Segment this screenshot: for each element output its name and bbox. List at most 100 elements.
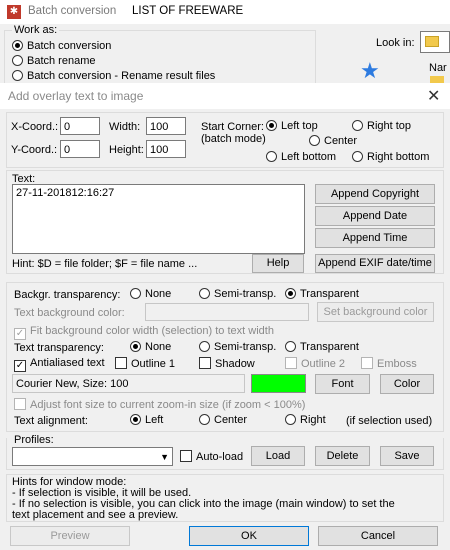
radio-icon xyxy=(352,120,363,131)
antialiased-checkbox[interactable]: ✓ Antialiased text xyxy=(14,357,105,372)
append-copyright-button[interactable]: Append Copyright xyxy=(315,184,435,204)
profile-dropdown[interactable]: ▼ xyxy=(12,447,173,466)
radio-icon xyxy=(130,414,141,425)
bg-transparency-label: Backgr. transparency: xyxy=(14,289,121,301)
preview-button[interactable]: Preview xyxy=(10,526,130,546)
save-profile-button[interactable]: Save xyxy=(380,446,434,466)
outline1-checkbox[interactable]: Outline 1 xyxy=(115,357,175,370)
radio-icon xyxy=(352,151,363,162)
radio-icon xyxy=(130,341,141,352)
close-icon[interactable]: ✕ xyxy=(427,86,440,106)
look-in-dropdown[interactable] xyxy=(420,31,450,53)
look-in-label: Look in: xyxy=(376,37,415,49)
app-icon: ✱ xyxy=(7,5,21,19)
checkbox-icon xyxy=(199,357,211,369)
work-as-option-batch-conversion[interactable]: Batch conversion xyxy=(12,40,111,52)
width-label: Width: xyxy=(109,121,141,133)
corner-right-bottom-radio[interactable]: Right bottom xyxy=(352,151,429,163)
bg-transparent-radio[interactable]: Transparent xyxy=(285,288,359,300)
batch-mode-label: (batch mode) xyxy=(201,133,266,145)
color-button[interactable]: Color xyxy=(380,374,434,394)
text-bg-color-field xyxy=(145,303,309,321)
height-input[interactable]: 100 xyxy=(146,140,186,158)
dialog-title: Add overlay text to image xyxy=(8,89,144,103)
autoload-checkbox[interactable]: Auto-load xyxy=(180,450,243,463)
append-time-button[interactable]: Append Time xyxy=(315,228,435,248)
append-date-button[interactable]: Append Date xyxy=(315,206,435,226)
radio-icon xyxy=(12,55,23,66)
work-as-option-batch-rename[interactable]: Batch rename xyxy=(12,55,95,67)
text-transparency-label: Text transparency: xyxy=(14,342,104,354)
text-transparent-radio[interactable]: Transparent xyxy=(285,341,359,353)
set-bg-color-button[interactable]: Set background color xyxy=(317,302,434,322)
align-left-radio[interactable]: Left xyxy=(130,414,163,426)
dialog-titlebar: Add overlay text to image ✕ xyxy=(0,83,450,109)
if-selection-used-label: (if selection used) xyxy=(346,415,433,427)
corner-left-bottom-radio[interactable]: Left bottom xyxy=(266,151,336,163)
parent-titlebar: ✱ Batch conversion LIST OF FREEWARE xyxy=(0,0,450,24)
bg-none-radio[interactable]: None xyxy=(130,288,171,300)
delete-profile-button[interactable]: Delete xyxy=(315,446,370,466)
height-label: Height: xyxy=(109,144,144,156)
text-semi-radio[interactable]: Semi-transp. xyxy=(199,341,276,353)
radio-icon xyxy=(12,40,23,51)
ycoord-input[interactable]: 0 xyxy=(60,140,100,158)
start-corner-label: Start Corner: xyxy=(201,121,264,133)
align-center-radio[interactable]: Center xyxy=(199,414,247,426)
ok-button[interactable]: OK xyxy=(189,526,309,546)
ycoord-label: Y-Coord.: xyxy=(11,144,58,156)
radio-icon xyxy=(199,341,210,352)
width-input[interactable]: 100 xyxy=(146,117,186,135)
text-color-swatch xyxy=(251,374,306,393)
xcoord-label: X-Coord.: xyxy=(11,121,59,133)
adjust-font-checkbox[interactable]: Adjust font size to current zoom-in size… xyxy=(14,398,305,411)
corner-right-top-radio[interactable]: Right top xyxy=(352,120,411,132)
help-button[interactable]: Help xyxy=(252,254,304,273)
checkbox-icon xyxy=(115,357,127,369)
emboss-checkbox[interactable]: Emboss xyxy=(361,357,417,370)
align-right-radio[interactable]: Right xyxy=(285,414,326,426)
fit-bg-checkbox[interactable]: ✓ Fit background color width (selection) … xyxy=(14,325,274,340)
checkbox-icon xyxy=(14,398,26,410)
checkmark-icon: ✓ xyxy=(14,360,26,372)
overlay-text-area[interactable]: 27-11-201812:16:27 xyxy=(12,184,305,254)
checkbox-icon xyxy=(361,357,373,369)
placeholder-hint: Hint: $D = file folder; $F = file name .… xyxy=(12,258,198,270)
outline2-checkbox[interactable]: Outline 2 xyxy=(285,357,345,370)
hints-line-3: text placement and see a preview. xyxy=(12,509,179,521)
bg-semi-radio[interactable]: Semi-transp. xyxy=(199,288,276,300)
radio-icon xyxy=(130,288,141,299)
folder-icon xyxy=(425,36,439,47)
work-as-label: Work as: xyxy=(12,24,60,36)
corner-left-top-radio[interactable]: Left top xyxy=(266,120,318,132)
font-display-field: Courier New, Size: 100 xyxy=(12,374,245,393)
checkbox-icon xyxy=(285,357,297,369)
append-exif-button[interactable]: Append EXIF date/time xyxy=(315,254,435,273)
favorites-star-icon[interactable]: ★ xyxy=(360,60,388,84)
load-profile-button[interactable]: Load xyxy=(251,446,305,466)
shadow-checkbox[interactable]: Shadow xyxy=(199,357,255,370)
radio-icon xyxy=(266,151,277,162)
radio-icon xyxy=(266,120,277,131)
parent-list-title: LIST OF FREEWARE xyxy=(132,5,244,17)
text-alignment-label: Text alignment: xyxy=(14,415,88,427)
radio-icon xyxy=(285,341,296,352)
radio-icon xyxy=(285,288,296,299)
work-as-option-convert-rename[interactable]: Batch conversion - Rename result files xyxy=(12,70,215,82)
font-button[interactable]: Font xyxy=(315,374,370,394)
text-none-radio[interactable]: None xyxy=(130,341,171,353)
checkbox-icon xyxy=(180,450,192,462)
radio-icon xyxy=(199,288,210,299)
parent-app-title: Batch conversion xyxy=(28,5,117,17)
radio-icon xyxy=(309,135,320,146)
radio-icon xyxy=(199,414,210,425)
text-bg-color-label: Text background color: xyxy=(14,307,125,319)
name-column-header[interactable]: Nar xyxy=(429,62,447,74)
radio-icon xyxy=(285,414,296,425)
xcoord-input[interactable]: 0 xyxy=(60,117,100,135)
cancel-button[interactable]: Cancel xyxy=(318,526,438,546)
corner-center-radio[interactable]: Center xyxy=(309,135,357,147)
profiles-label: Profiles: xyxy=(12,434,56,446)
chevron-down-icon: ▼ xyxy=(160,452,169,462)
checkmark-icon: ✓ xyxy=(14,328,26,340)
